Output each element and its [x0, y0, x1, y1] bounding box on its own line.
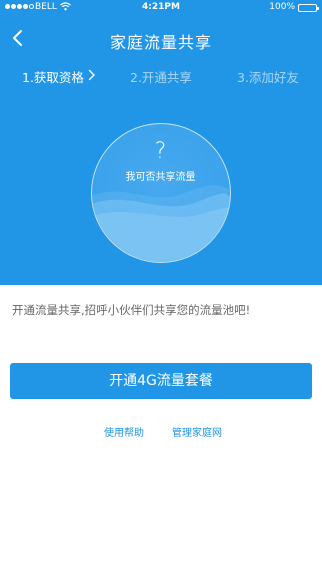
question-mark-icon: ?: [154, 139, 167, 164]
battery-icon: [298, 4, 319, 12]
help-link[interactable]: 使用帮助: [104, 424, 144, 439]
battery-percent: 100%: [269, 2, 295, 12]
status-bar: BELL 4:21PM 100%: [0, 0, 322, 16]
step-1-get-eligibility: 1.获取资格: [22, 70, 84, 85]
step-2-open-sharing: 2.开通共享: [130, 70, 192, 85]
step-3-add-friends: 3.添加好友: [237, 70, 299, 85]
traffic-status-circle[interactable]: ? 我可否共享流量: [91, 123, 231, 263]
page-title: 家庭流量共享: [109, 33, 212, 52]
circle-caption: 我可否共享流量: [125, 172, 196, 183]
manage-family-network-link[interactable]: 管理家庭网: [172, 424, 222, 439]
footer-links: 使用帮助 管理家庭网: [0, 424, 322, 439]
step-indicator: 1.获取资格 2.开通共享 3.添加好友: [0, 64, 322, 86]
description-text: 开通流量共享,招呼小伙伴们共享您的流量池吧!: [12, 303, 251, 317]
open-4g-plan-button[interactable]: 开通4G流量套餐: [10, 363, 312, 399]
nav-bar: 家庭流量共享: [0, 20, 322, 56]
chevron-right-icon: [88, 69, 95, 81]
